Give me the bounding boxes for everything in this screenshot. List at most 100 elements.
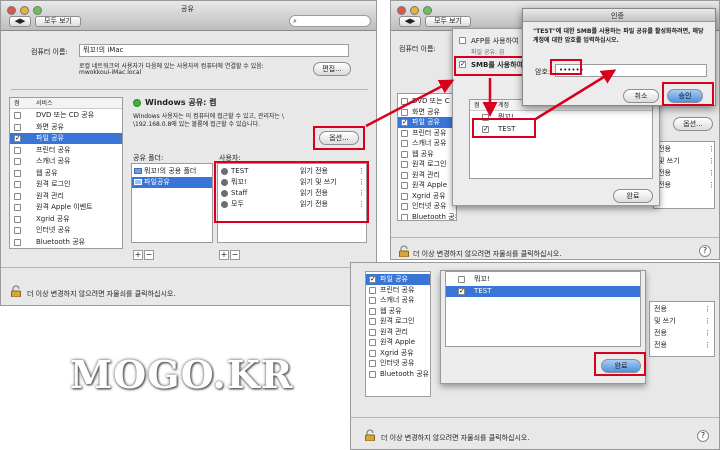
service-checkbox[interactable] bbox=[369, 339, 376, 346]
close-icon[interactable] bbox=[397, 6, 406, 15]
service-checkbox[interactable] bbox=[369, 307, 376, 315]
service-checkbox[interactable] bbox=[401, 140, 408, 147]
search-input[interactable]: ⌕ bbox=[289, 15, 371, 27]
popup-arrows-icon[interactable]: ⋮ bbox=[708, 144, 714, 155]
service-checkbox[interactable] bbox=[401, 161, 408, 168]
service-row[interactable]: ✓ 파일 공유 bbox=[366, 274, 430, 285]
perm-row[interactable]: 및 쓰기 ⋮ bbox=[654, 156, 714, 167]
service-row[interactable]: 인터넷 공유 bbox=[398, 201, 456, 212]
lock-icon[interactable] bbox=[11, 285, 21, 297]
remove-user-button[interactable]: − bbox=[230, 250, 240, 260]
user-permission[interactable]: 전용 bbox=[654, 304, 667, 315]
service-checkbox[interactable] bbox=[369, 370, 376, 378]
service-checkbox[interactable] bbox=[401, 182, 408, 189]
user-permission[interactable]: 전용 bbox=[654, 340, 667, 351]
perm-row[interactable]: 전용 ⋮ bbox=[650, 328, 714, 339]
remove-folder-button[interactable]: − bbox=[144, 250, 154, 260]
service-checkbox[interactable] bbox=[14, 146, 21, 154]
service-row[interactable]: DVD 또는 CD 공유 bbox=[10, 110, 122, 121]
popup-arrows-icon[interactable]: ⋮ bbox=[704, 340, 711, 351]
service-row[interactable]: ✓ 파일 공유 bbox=[398, 117, 456, 128]
close-icon[interactable] bbox=[7, 6, 16, 15]
service-row[interactable]: 원격 로그인 bbox=[366, 316, 430, 327]
service-row[interactable]: 원격 로그인 bbox=[10, 179, 122, 190]
back-forward-buttons[interactable]: ◀▶ bbox=[9, 16, 31, 27]
user-permission[interactable]: 및 쓰기 bbox=[658, 156, 680, 167]
service-row[interactable]: 원격 로그인 bbox=[398, 159, 456, 170]
show-all-button[interactable]: 모두 보기 bbox=[425, 16, 471, 27]
show-all-button[interactable]: 모두 보기 bbox=[35, 16, 81, 27]
folder-row[interactable]: 뭐꼬!의 공용 폴더 bbox=[132, 166, 212, 177]
service-row[interactable]: 프린터 공유 bbox=[398, 128, 456, 139]
service-row[interactable]: 원격 관리 bbox=[366, 327, 430, 338]
popup-arrows-icon[interactable]: ⋮ bbox=[708, 156, 714, 167]
service-checkbox[interactable] bbox=[369, 297, 376, 304]
service-row[interactable]: 인터넷 공유 bbox=[10, 225, 122, 236]
service-row[interactable]: 원격 관리 bbox=[398, 170, 456, 181]
service-checkbox[interactable] bbox=[14, 169, 21, 177]
service-row[interactable]: 화면 공유 bbox=[10, 122, 122, 133]
afp-checkbox[interactable] bbox=[459, 37, 466, 44]
service-checkbox[interactable] bbox=[401, 98, 408, 105]
folder-row-selected[interactable]: 파일공유 bbox=[132, 177, 212, 188]
popup-arrows-icon[interactable]: ⋮ bbox=[708, 168, 714, 179]
options-button[interactable]: 옵션... bbox=[673, 117, 713, 131]
service-checkbox[interactable] bbox=[14, 238, 21, 246]
account-checkbox[interactable]: ✓ bbox=[458, 288, 465, 295]
service-row[interactable]: 인터넷 공유 bbox=[366, 358, 430, 369]
service-row[interactable]: Bluetooth 공유 bbox=[398, 212, 456, 220]
perm-row[interactable]: 전용 ⋮ bbox=[650, 304, 714, 315]
service-checkbox[interactable] bbox=[369, 328, 376, 336]
service-checkbox[interactable] bbox=[14, 123, 21, 131]
service-checkbox[interactable] bbox=[401, 108, 408, 116]
cancel-button[interactable]: 취소 bbox=[623, 89, 659, 103]
service-row[interactable]: Bluetooth 공유 bbox=[10, 237, 122, 248]
service-row[interactable]: 스캐너 공유 bbox=[366, 295, 430, 306]
perm-row[interactable]: 전용 ⋮ bbox=[654, 180, 714, 191]
service-checkbox[interactable] bbox=[401, 150, 408, 158]
service-checkbox[interactable] bbox=[401, 171, 408, 179]
service-checkbox[interactable] bbox=[369, 286, 376, 294]
minimize-icon[interactable] bbox=[410, 6, 419, 15]
service-row[interactable]: Xgrid 공유 bbox=[366, 348, 430, 359]
account-row[interactable]: 뭐꼬! bbox=[446, 274, 640, 285]
help-button[interactable]: ? bbox=[699, 245, 711, 257]
perm-row[interactable]: 전용 ⋮ bbox=[654, 168, 714, 179]
service-row[interactable]: 원격 관리 bbox=[10, 191, 122, 202]
user-permission[interactable]: 전용 bbox=[654, 328, 667, 339]
service-row[interactable]: 프린터 공유 bbox=[366, 285, 430, 296]
service-row[interactable]: 원격 Apple bbox=[366, 337, 430, 348]
service-row[interactable]: Xgrid 공유 bbox=[398, 191, 456, 202]
done-button[interactable]: 완료 bbox=[613, 189, 653, 203]
service-checkbox[interactable] bbox=[14, 227, 21, 234]
service-row[interactable]: 웹 공유 bbox=[10, 168, 122, 179]
back-forward-buttons[interactable]: ◀▶ bbox=[399, 16, 421, 27]
service-checkbox[interactable] bbox=[14, 204, 21, 211]
service-row[interactable]: ✓ 파일 공유 bbox=[10, 133, 122, 144]
popup-arrows-icon[interactable]: ⋮ bbox=[704, 316, 711, 327]
edit-button[interactable]: 편집... bbox=[313, 62, 351, 76]
computer-name-field[interactable]: 뭐꼬!의 iMac bbox=[79, 44, 349, 57]
lock-icon[interactable] bbox=[399, 245, 409, 257]
service-row[interactable]: 웹 공유 bbox=[366, 306, 430, 317]
service-checkbox[interactable] bbox=[14, 215, 21, 223]
perm-row[interactable]: 전용 ⋮ bbox=[650, 340, 714, 351]
add-user-button[interactable]: + bbox=[219, 250, 229, 260]
popup-arrows-icon[interactable]: ⋮ bbox=[704, 328, 711, 339]
account-checkbox[interactable] bbox=[458, 276, 465, 283]
service-checkbox[interactable] bbox=[401, 213, 408, 220]
lock-icon[interactable] bbox=[365, 429, 375, 441]
service-checkbox[interactable]: ✓ bbox=[401, 119, 408, 126]
service-row[interactable]: 원격 Apple 이벤트 bbox=[10, 202, 122, 213]
popup-arrows-icon[interactable]: ⋮ bbox=[708, 180, 714, 191]
service-row[interactable]: Xgrid 공유 bbox=[10, 214, 122, 225]
service-row[interactable]: DVD 또는 C bbox=[398, 96, 456, 107]
perm-row[interactable]: 및 쓰기 ⋮ bbox=[650, 316, 714, 327]
add-folder-button[interactable]: + bbox=[133, 250, 143, 260]
popup-arrows-icon[interactable]: ⋮ bbox=[704, 304, 711, 315]
zoom-icon[interactable] bbox=[423, 6, 432, 15]
service-checkbox[interactable] bbox=[401, 192, 408, 200]
service-row[interactable]: 원격 Apple bbox=[398, 180, 456, 191]
service-row[interactable]: 웹 공유 bbox=[398, 149, 456, 160]
service-checkbox[interactable] bbox=[369, 360, 376, 367]
